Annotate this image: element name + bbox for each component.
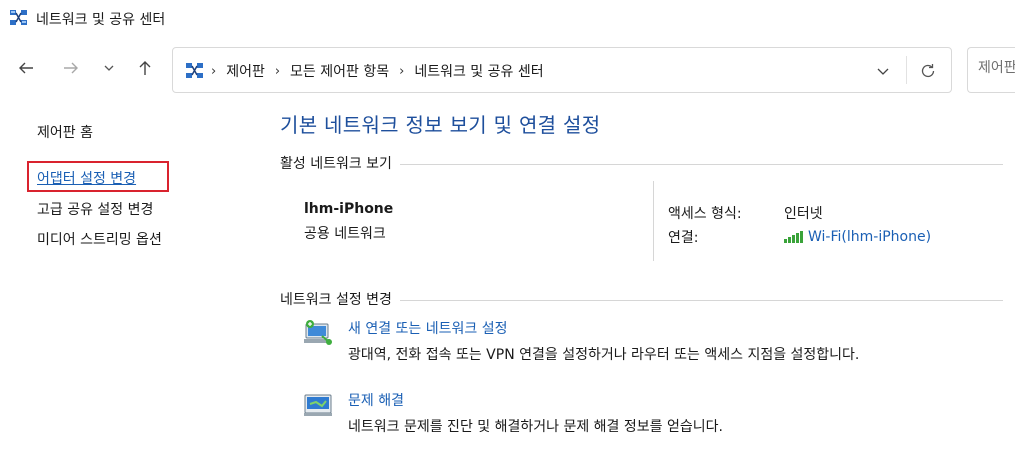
up-button[interactable] [131, 54, 159, 82]
breadcrumb-separator: › [211, 63, 217, 79]
section-divider [399, 163, 1003, 165]
active-networks-heading: 활성 네트워크 보기 [280, 153, 1003, 173]
change-settings-heading: 네트워크 설정 변경 [280, 289, 1003, 309]
wifi-signal-icon [784, 231, 803, 243]
forward-button[interactable] [57, 54, 85, 82]
arrow-left-icon [19, 62, 33, 74]
recent-locations-button[interactable] [95, 54, 123, 82]
window-title: 네트워크 및 공유 센터 [36, 12, 166, 28]
new-connection-link[interactable]: 새 연결 또는 네트워크 설정 [348, 318, 507, 338]
connection-value: Wi-Fi(lhm-iPhone) [808, 229, 932, 245]
chevron-down-icon [104, 65, 114, 71]
network-center-icon [9, 8, 29, 28]
arrow-right-icon [64, 62, 78, 74]
section-divider [399, 299, 1003, 301]
breadcrumb-item[interactable]: 제어판 [226, 61, 265, 81]
connection-link[interactable]: Wi-Fi(lhm-iPhone) [784, 229, 931, 245]
network-details: 액세스 형식: 인터넷 연결: Wi-Fi(lhm-iPhone) [668, 201, 931, 249]
arrow-up-icon [139, 61, 151, 75]
breadcrumb-item[interactable]: 모든 제어판 항목 [290, 61, 389, 81]
connection-label: 연결: [668, 230, 699, 246]
connection-row: 연결: Wi-Fi(lhm-iPhone) [668, 225, 931, 249]
troubleshoot-icon [302, 390, 336, 420]
access-type-value: 인터넷 [784, 206, 823, 222]
address-dropdown-button[interactable] [873, 61, 893, 81]
network-name: lhm-iPhone [304, 201, 394, 217]
address-bar[interactable]: › 제어판 › 모든 제어판 항목 › 네트워크 및 공유 센터 [172, 47, 952, 93]
navigation-bar: › 제어판 › 모든 제어판 항목 › 네트워크 및 공유 센터 [0, 38, 1015, 102]
network-type: 공용 네트워크 [304, 226, 386, 242]
section-heading-label: 활성 네트워크 보기 [280, 156, 392, 172]
troubleshoot-link[interactable]: 문제 해결 [348, 390, 404, 410]
sidebar-item-media-streaming[interactable]: 미디어 스트리밍 옵션 [37, 229, 162, 249]
refresh-icon [921, 64, 935, 78]
new-connection-icon [302, 318, 336, 348]
vertical-divider [653, 181, 654, 261]
sidebar-home-link[interactable]: 제어판 홈 [37, 122, 93, 142]
search-input[interactable] [978, 60, 1015, 76]
sidebar-item-adapter-settings[interactable]: 어댑터 설정 변경 [37, 168, 136, 188]
new-connection-description: 광대역, 전화 접속 또는 VPN 연결을 설정하거나 라우터 또는 액세스 지… [348, 347, 860, 363]
chevron-down-icon [877, 68, 889, 75]
back-button[interactable] [12, 54, 40, 82]
access-type-row: 액세스 형식: 인터넷 [668, 201, 931, 225]
breadcrumb-separator: › [399, 63, 405, 79]
section-heading-label: 네트워크 설정 변경 [280, 292, 392, 308]
breadcrumb-item[interactable]: 네트워크 및 공유 센터 [414, 61, 543, 81]
network-center-icon [185, 61, 205, 81]
active-network-info: lhm-iPhone 공용 네트워크 [304, 201, 393, 243]
breadcrumb-separator: › [274, 63, 281, 79]
breadcrumb: › 제어판 › 모든 제어판 항목 › 네트워크 및 공유 센터 [211, 61, 544, 81]
address-divider [906, 56, 907, 84]
sidebar-item-advanced-sharing[interactable]: 고급 공유 설정 변경 [37, 199, 153, 219]
title-bar: 네트워크 및 공유 센터 [0, 0, 1015, 38]
troubleshoot-description: 네트워크 문제를 진단 및 해결하거나 문제 해결 정보를 얻습니다. [348, 419, 723, 435]
access-type-label: 액세스 형식: [668, 206, 742, 222]
search-box[interactable] [967, 47, 1015, 93]
page-title: 기본 네트워크 정보 보기 및 연결 설정 [280, 113, 601, 137]
refresh-button[interactable] [917, 60, 939, 82]
